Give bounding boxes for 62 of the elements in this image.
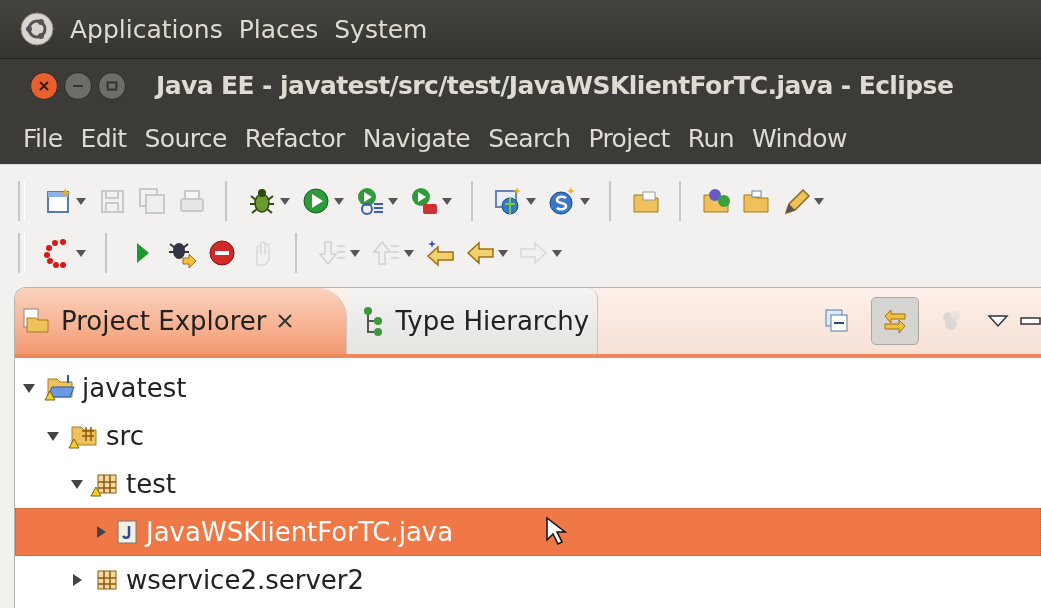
tree-item[interactable]: wservice2.server2 [15,556,1041,604]
play-icon [301,186,331,216]
view-menu-icon [987,313,1009,329]
play-list-icon [355,186,385,216]
tree-item[interactable]: javatest [15,364,1041,412]
menu-item[interactable]: Window [742,123,856,153]
globe-window-icon [493,186,523,216]
up-arrow-icon [371,238,401,268]
explorer-icon [21,306,51,336]
caret-icon [525,196,537,206]
stop-icon [207,238,237,268]
down-arrow-icon [317,238,347,268]
minimize-icon [1019,315,1041,327]
menu-item[interactable]: Project [579,123,679,153]
menu-item[interactable]: Run [678,123,743,153]
tree-item[interactable]: src [15,412,1041,460]
minimize-button[interactable] [64,71,92,100]
toolbar-handle[interactable] [18,233,25,273]
menu-item[interactable]: Refactor [235,123,354,153]
logo-icon [20,12,54,46]
window-title: Java EE - javatest/src/test/JavaWSKlientForTC.java - Eclipse [156,71,954,100]
caret-icon [387,196,399,206]
menu-item[interactable]: Source [135,123,236,153]
menu-item[interactable]: Navigate [353,123,480,153]
folder-globe-icon [701,186,731,216]
java-file-icon [114,517,140,547]
s-badge-icon [547,186,577,216]
close-icon [276,312,295,330]
mouse-pointer-icon [545,516,567,546]
panel-menu[interactable]: Applications [70,14,223,44]
close-icon [38,79,50,92]
project-folder-icon [42,373,76,403]
bug-icon [247,186,277,216]
save-all-icon [137,186,167,216]
swap-arrows-icon [881,307,909,335]
caret-icon [333,196,345,206]
tree-item[interactable]: test [15,460,1041,508]
panel-menu[interactable]: System [334,14,428,44]
caret-icon [497,248,509,258]
view-toolbar-button[interactable] [871,297,919,345]
tab[interactable]: Project Explorer [15,288,348,354]
tab[interactable]: Type Hierarchy [347,288,599,354]
maximize-icon [106,79,118,92]
caret-icon [75,196,87,206]
caret-icon [75,248,87,258]
maximize-button[interactable] [98,71,126,100]
play-toolbox-icon [409,186,439,216]
toolbar-handle[interactable] [18,181,25,221]
menu-item[interactable]: File [14,123,72,153]
caret-icon [551,248,563,258]
collapse-all-icon [823,307,851,335]
starred-left-arrow-icon [425,238,455,268]
caret-icon [813,196,825,206]
caret-icon [579,196,591,206]
caret-icon [441,196,453,206]
menu-item[interactable]: Edit [71,123,136,153]
panel-menu[interactable]: Places [238,14,319,44]
caret-icon [349,248,361,258]
close-button[interactable] [30,71,58,100]
caret-icon [403,248,415,258]
menu-item[interactable]: Search [479,123,580,153]
caret-icon [279,196,291,206]
